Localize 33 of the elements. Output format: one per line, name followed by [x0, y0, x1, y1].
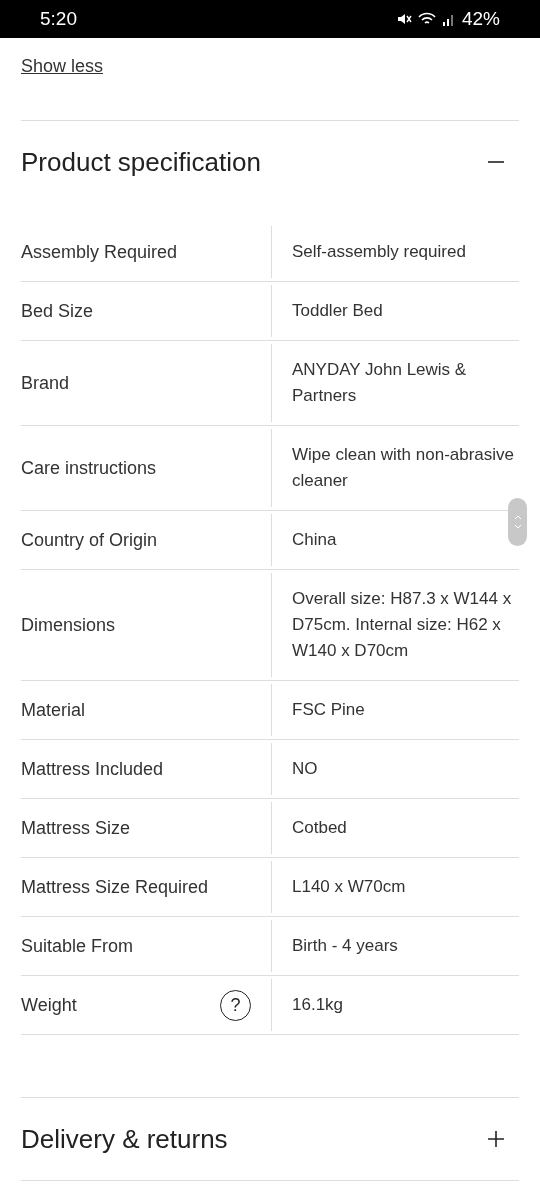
spec-label: Suitable From — [21, 934, 134, 958]
battery-percentage: 42% — [461, 6, 500, 31]
spec-label: Dimensions — [21, 613, 116, 637]
spec-value: ANYDAY John Lewis & Partners — [292, 359, 468, 407]
spec-value: Cotbed — [292, 817, 348, 839]
spec-label: Material — [21, 698, 86, 722]
spec-value: Overall size: H87.3 x W144 x D75cm. Internal size: H62 x W140 x D70cm — [292, 588, 513, 662]
spec-value: FSC Pine — [292, 699, 366, 721]
spec-label: Country of Origin — [21, 528, 158, 552]
spec-value: 16.1kg — [292, 994, 345, 1016]
section-heading[interactable]: Delivery & returns — [21, 1119, 228, 1159]
spec-value: L140 x W70cm — [292, 876, 407, 898]
spec-label: Mattress Size Required — [21, 875, 209, 899]
spec-value: Birth - 4 years — [292, 935, 399, 957]
scroll-handle[interactable] — [508, 498, 527, 546]
spec-value: NO — [292, 758, 319, 780]
spec-value: Toddler Bed — [292, 300, 384, 322]
status-time: 5:20 — [40, 6, 77, 31]
wifi-icon — [417, 11, 436, 27]
section-heading[interactable]: Product specification — [21, 142, 261, 182]
mute-icon — [395, 11, 412, 27]
plus-icon[interactable] — [487, 1130, 505, 1148]
spec-label: Weight — [21, 993, 77, 1017]
spec-label: Brand — [21, 371, 70, 395]
spec-label: Mattress Included — [21, 757, 164, 781]
spec-value: Self-assembly required — [292, 241, 467, 263]
spec-label: Bed Size — [21, 299, 94, 323]
spec-value: China — [292, 529, 338, 551]
spec-label: Mattress Size — [21, 816, 131, 840]
spec-label: Care instructions — [21, 456, 157, 480]
spec-value: Wipe clean with non-abrasive cleaner — [292, 444, 516, 492]
show-less-link[interactable]: Show less — [21, 56, 104, 76]
spec-label: Assembly Required — [21, 240, 178, 264]
